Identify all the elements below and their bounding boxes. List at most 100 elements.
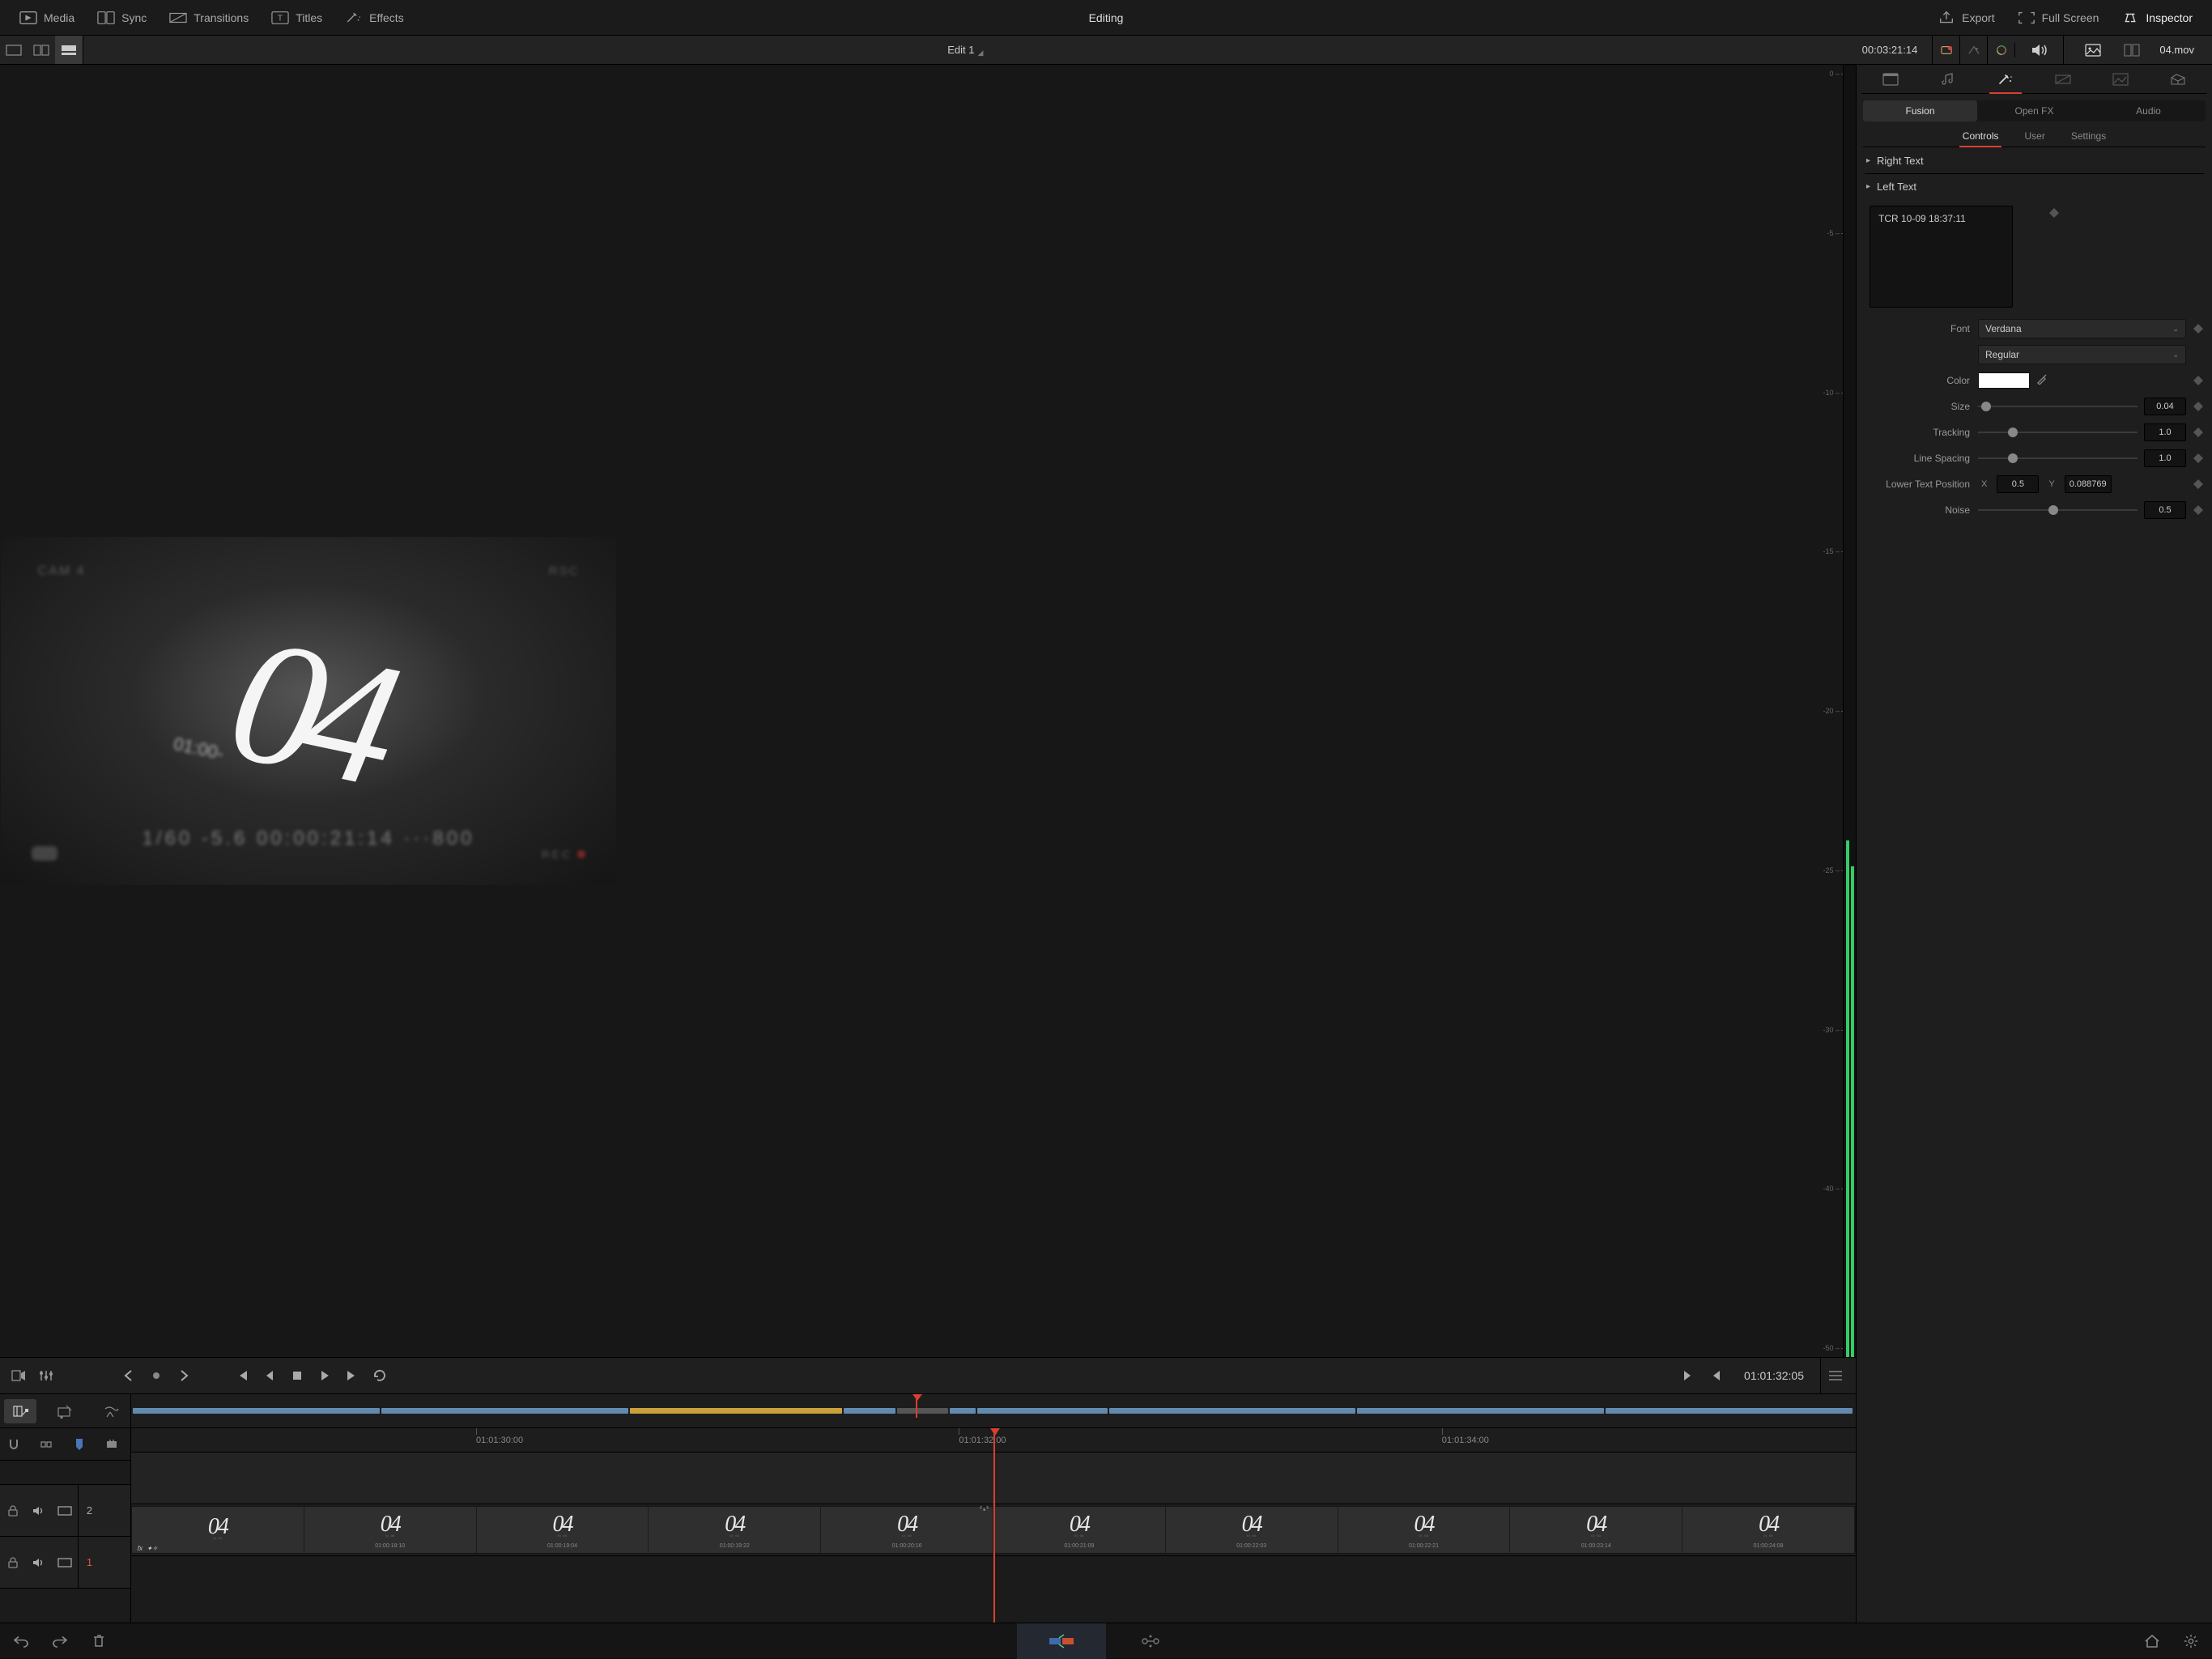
record-timecode[interactable]: 01:01:32:05 <box>1733 1369 1815 1382</box>
timeline-name[interactable]: Edit 1◢ <box>83 44 1848 56</box>
edit-mode-a[interactable] <box>4 1399 36 1423</box>
inspector-toggle[interactable]: Inspector <box>2110 11 2204 25</box>
trash-icon[interactable] <box>87 1634 110 1648</box>
disclosure-right-text[interactable]: ▸Right Text <box>1866 155 1924 167</box>
next-clip-icon[interactable] <box>172 1363 196 1388</box>
step-back-icon[interactable] <box>257 1363 282 1388</box>
tracking-slider[interactable] <box>1978 432 2138 433</box>
line-spacing-field[interactable]: 1.0 <box>2144 449 2186 467</box>
strip-segment[interactable] <box>630 1408 842 1414</box>
metadata-image-icon[interactable] <box>2082 44 2104 57</box>
track-number[interactable]: 1 <box>78 1537 100 1588</box>
track-head-v1[interactable]: 1 <box>0 1537 130 1589</box>
keyframe-icon[interactable] <box>2193 375 2204 386</box>
noise-slider[interactable] <box>1978 509 2138 511</box>
font-family-select[interactable]: Verdana⌄ <box>1978 319 2186 338</box>
strip-segment[interactable] <box>950 1408 976 1414</box>
disclosure-left-text[interactable]: ▸Left Text <box>1866 181 1916 193</box>
inspector-tab-image-icon[interactable] <box>2099 65 2142 93</box>
track-head-v2[interactable]: 2 <box>0 1485 130 1537</box>
keyframe-icon[interactable] <box>2193 504 2204 516</box>
subtab-audio[interactable]: Audio <box>2091 100 2206 121</box>
strip-segment[interactable] <box>844 1408 895 1414</box>
track-lock-icon[interactable] <box>0 1485 26 1536</box>
play-icon[interactable] <box>313 1363 337 1388</box>
effects-menu[interactable]: Effects <box>334 11 415 25</box>
keyframe-icon[interactable] <box>2048 207 2060 219</box>
loop-icon[interactable] <box>368 1363 392 1388</box>
viewer-mode-split-icon[interactable] <box>28 36 55 64</box>
inspector-tab-file-icon[interactable] <box>2157 65 2199 93</box>
viewer-mode-active-icon[interactable] <box>55 36 83 64</box>
media-menu[interactable]: Media <box>8 11 86 25</box>
subtab-fusion[interactable]: Fusion <box>1863 100 1977 121</box>
stop-icon[interactable] <box>285 1363 309 1388</box>
inspector-tab-video-icon[interactable] <box>1870 65 1912 93</box>
transitions-menu[interactable]: Transitions <box>158 11 260 25</box>
go-end-icon[interactable] <box>340 1363 364 1388</box>
strip-segment[interactable] <box>1606 1408 1853 1414</box>
tool-fastreview-icon[interactable] <box>6 1363 31 1388</box>
color-swatch[interactable] <box>1978 372 2030 389</box>
track-audio-toggle-icon[interactable] <box>26 1485 52 1536</box>
lower-x-field[interactable]: 0.5 <box>1997 475 2039 493</box>
record-circle-icon[interactable] <box>144 1363 168 1388</box>
strip-segment[interactable] <box>381 1408 628 1414</box>
viewer-mode-single-icon[interactable] <box>0 36 28 64</box>
keyframe-icon[interactable] <box>2193 479 2204 490</box>
strip-segment[interactable] <box>1357 1408 1604 1414</box>
strip-segment[interactable] <box>897 1408 948 1414</box>
redo-icon[interactable] <box>49 1634 71 1648</box>
minitab-user[interactable]: User <box>2021 130 2048 147</box>
timeline-playhead[interactable] <box>993 1428 995 1623</box>
edit-mode-c[interactable] <box>95 1399 127 1423</box>
keyframe-icon[interactable] <box>2193 401 2204 412</box>
strip-segment[interactable] <box>1109 1408 1356 1414</box>
color-wheels-icon[interactable] <box>1987 36 2014 64</box>
bypass-fusion-icon[interactable] <box>1959 36 1987 64</box>
keyframe-icon[interactable] <box>2193 323 2204 334</box>
go-next-edit-icon[interactable] <box>1676 1363 1700 1388</box>
prev-clip-icon[interactable] <box>117 1363 141 1388</box>
strip-segment[interactable] <box>977 1408 1108 1414</box>
tool-mixer-icon[interactable] <box>34 1363 58 1388</box>
marker-icon[interactable] <box>72 1435 91 1454</box>
viewer-canvas[interactable]: CAM 4 RSC 04 01:00- 1/60 -5.6 00:00:21:1… <box>1 537 616 885</box>
size-slider[interactable] <box>1978 406 2138 407</box>
tracking-field[interactable]: 1.0 <box>2144 423 2186 441</box>
track-lock-icon[interactable] <box>0 1537 26 1588</box>
go-start-icon[interactable] <box>230 1363 254 1388</box>
export-menu[interactable]: Export <box>1926 11 2006 25</box>
transport-options-icon[interactable] <box>1820 1358 1849 1393</box>
subtab-openfx[interactable]: Open FX <box>1977 100 2091 121</box>
home-icon[interactable] <box>2141 1634 2163 1648</box>
keyframe-icon[interactable] <box>2193 427 2204 438</box>
volume-icon[interactable] <box>2014 43 2063 57</box>
bypass-color-icon[interactable] <box>1932 36 1959 64</box>
font-style-select[interactable]: Regular⌄ <box>1978 345 2186 364</box>
sync-menu[interactable]: Sync <box>86 11 158 25</box>
inspector-tab-effects-icon[interactable] <box>1984 65 2027 93</box>
edit-mode-b[interactable] <box>49 1399 82 1423</box>
noise-field[interactable]: 0.5 <box>2144 501 2186 519</box>
link-icon[interactable] <box>39 1435 58 1454</box>
line-spacing-slider[interactable] <box>1978 457 2138 459</box>
settings-gear-icon[interactable] <box>2180 1634 2202 1648</box>
strip-overview[interactable] <box>131 1394 1856 1427</box>
text-input[interactable] <box>1870 206 2013 308</box>
track-video-toggle-icon[interactable] <box>52 1485 78 1536</box>
strip-playhead[interactable] <box>916 1397 917 1418</box>
size-field[interactable]: 0.04 <box>2144 398 2186 415</box>
source-timecode[interactable]: 00:03:21:14 <box>1848 44 1933 56</box>
page-cut-icon[interactable] <box>1017 1623 1106 1659</box>
flag-icon[interactable] <box>104 1435 124 1454</box>
minitab-controls[interactable]: Controls <box>1959 130 2002 147</box>
strip-segment[interactable] <box>133 1408 380 1414</box>
minitab-settings[interactable]: Settings <box>2068 130 2109 147</box>
lower-y-field[interactable]: 0.088769 <box>2065 475 2112 493</box>
metadata-dual-icon[interactable] <box>2121 44 2143 57</box>
undo-icon[interactable] <box>10 1634 32 1648</box>
track-number[interactable]: 2 <box>78 1485 100 1536</box>
track-audio-toggle-icon[interactable] <box>26 1537 52 1588</box>
fullscreen-menu[interactable]: Full Screen <box>2006 11 2111 25</box>
